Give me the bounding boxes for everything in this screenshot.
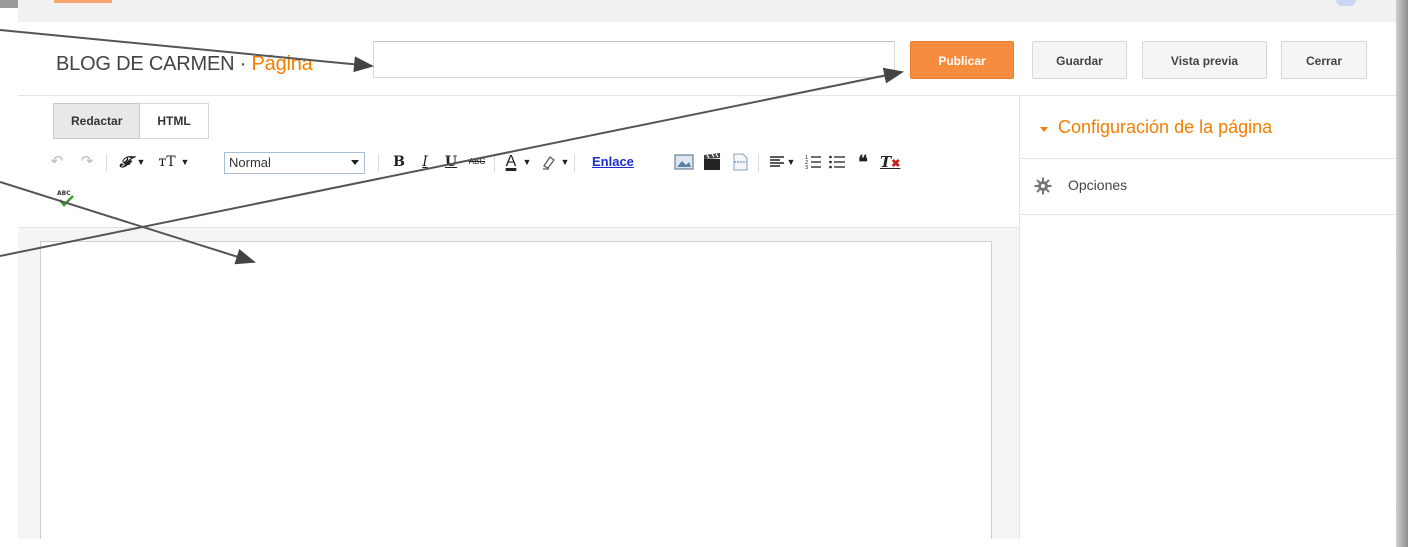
insert-link-button[interactable]: Enlace <box>592 151 634 173</box>
format-toolbar: ↶ ↷ 𝓕 ▼ тT ▼ Normal B I U ABC A ▼ ▼ Enla… <box>48 151 1008 175</box>
chevron-down-icon[interactable]: ▼ <box>786 151 796 173</box>
svg-text:ABC: ABC <box>57 190 71 197</box>
account-avatar[interactable] <box>1336 0 1356 6</box>
caret-down-icon <box>1040 127 1048 132</box>
chevron-down-icon[interactable]: ▼ <box>560 151 570 173</box>
font-family-icon[interactable]: 𝓕 <box>116 151 134 173</box>
editor-toolbar-area: Redactar HTML ↶ ↷ 𝓕 ▼ тT ▼ Normal B I U … <box>18 96 1019 228</box>
page-title-input[interactable] <box>373 41 895 78</box>
blog-title: BLOG DE CARMEN · Página <box>56 53 313 76</box>
editor-header: BLOG DE CARMEN · Página Publicar Guardar… <box>18 22 1396 96</box>
page-settings-title: Configuración de la página <box>1058 117 1273 137</box>
publish-button[interactable]: Publicar <box>910 41 1014 79</box>
tab-html[interactable]: HTML <box>140 103 209 139</box>
chevron-down-icon <box>351 160 359 165</box>
page-settings-header[interactable]: Configuración de la página <box>1020 96 1396 159</box>
gear-icon <box>1034 177 1052 195</box>
title-separator: · <box>234 53 252 75</box>
numbered-list-icon[interactable]: 123 <box>804 151 822 173</box>
save-button[interactable]: Guardar <box>1032 41 1127 79</box>
svg-text:3: 3 <box>805 165 808 171</box>
close-button[interactable]: Cerrar <box>1281 41 1367 79</box>
insert-video-icon[interactable] <box>702 151 722 173</box>
preview-button[interactable]: Vista previa <box>1142 41 1267 79</box>
strikethrough-icon[interactable]: ABC <box>466 151 488 173</box>
post-body-editor[interactable] <box>40 241 992 539</box>
highlight-color-icon[interactable] <box>540 151 558 173</box>
tab-compose[interactable]: Redactar <box>53 103 141 139</box>
blog-name[interactable]: BLOG DE CARMEN <box>56 53 235 75</box>
toolbar-divider <box>758 154 759 172</box>
spellcheck-icon[interactable]: ABC <box>56 188 76 208</box>
red-x-icon: ✖ <box>891 157 901 170</box>
chevron-down-icon[interactable]: ▼ <box>180 151 190 173</box>
insert-image-icon[interactable] <box>674 151 694 173</box>
chevron-down-icon[interactable]: ▼ <box>136 151 146 173</box>
editor-column: Redactar HTML ↶ ↷ 𝓕 ▼ тT ▼ Normal B I U … <box>18 96 1020 539</box>
quote-icon[interactable]: ❝ <box>854 151 872 173</box>
redo-icon[interactable]: ↷ <box>78 151 96 173</box>
italic-icon[interactable]: I <box>416 151 434 173</box>
text-color-icon[interactable]: A <box>502 151 520 173</box>
toolbar-divider <box>378 154 379 172</box>
undo-icon[interactable]: ↶ <box>48 151 66 173</box>
sidebar-item-options[interactable]: Opciones <box>1020 159 1396 215</box>
toolbar-divider <box>494 154 495 172</box>
remove-formatting-glyph: T <box>880 153 892 171</box>
chevron-down-icon[interactable]: ▼ <box>522 151 532 173</box>
mode-tabs: Redactar HTML <box>53 103 209 139</box>
font-size-icon[interactable]: тT <box>156 151 178 173</box>
bold-icon[interactable]: B <box>390 151 408 173</box>
toolbar-divider <box>574 154 575 172</box>
bullet-list-icon[interactable] <box>828 151 846 173</box>
paragraph-style-select[interactable]: Normal <box>224 152 365 174</box>
align-icon[interactable] <box>768 151 786 173</box>
insert-jump-break-icon[interactable] <box>730 151 750 173</box>
top-bar <box>18 0 1396 23</box>
blogger-logo[interactable] <box>54 0 112 3</box>
remove-formatting-icon[interactable]: T✖ <box>880 151 900 173</box>
toolbar-divider <box>106 154 107 172</box>
paragraph-style-value: Normal <box>229 155 271 170</box>
settings-sidebar: Configuración de la página Opciones <box>1020 96 1396 539</box>
options-label: Opciones <box>1068 177 1128 193</box>
underline-icon[interactable]: U <box>442 151 460 173</box>
section-label: Página <box>251 53 313 75</box>
